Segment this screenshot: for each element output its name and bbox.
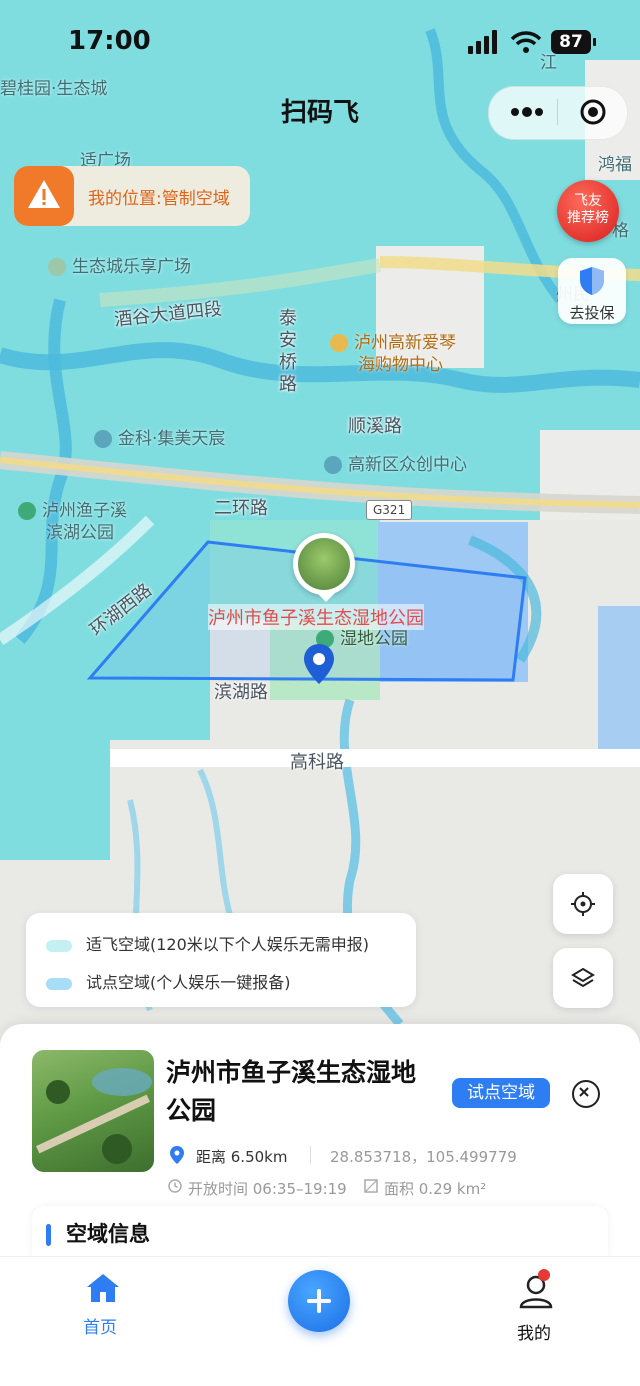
plus-icon bbox=[307, 1289, 331, 1313]
map-poi-shengtai[interactable]: 生态城乐享广场 bbox=[48, 256, 191, 278]
map-poi-zhongchuang[interactable]: 高新区众创中心 bbox=[324, 454, 467, 476]
park-fence-label: 泸州市鱼子溪生态湿地公园 bbox=[208, 604, 424, 630]
map-poi-yuzi[interactable]: 泸州渔子溪 滨湖公园 bbox=[18, 500, 127, 544]
tab-home[interactable]: 首页 bbox=[70, 1269, 136, 1341]
map-label: 鸿福 bbox=[598, 155, 632, 175]
legend-item: 适飞空域(120米以下个人娱乐无需申报) bbox=[46, 931, 369, 955]
road-label: 二环路 bbox=[214, 498, 268, 519]
rank-line1: 飞友 bbox=[574, 193, 602, 209]
road-label: 滨湖路 bbox=[214, 682, 268, 703]
wifi-icon bbox=[510, 31, 542, 53]
miniapp-capsule bbox=[488, 86, 628, 140]
location-pin-icon bbox=[170, 1146, 184, 1164]
map-label: 湿地公园 bbox=[340, 629, 408, 649]
map-label: 滨湖公园 bbox=[46, 523, 114, 543]
cellular-signal-icon bbox=[468, 30, 497, 54]
warning-text: 我的位置:管制空域 bbox=[88, 189, 230, 209]
close-sheet-button[interactable] bbox=[572, 1080, 600, 1108]
poi-icon bbox=[18, 502, 36, 520]
park-photo-marker[interactable] bbox=[293, 533, 355, 595]
area-icon bbox=[364, 1179, 378, 1193]
meta-divider bbox=[310, 1146, 311, 1164]
rank-line2: 推荐榜 bbox=[567, 210, 609, 226]
map-label: 金科·集美天宸 bbox=[118, 429, 226, 449]
map-label: 生态城乐享广场 bbox=[72, 257, 191, 277]
highway-shield: G321 bbox=[366, 500, 413, 520]
road-label: 高科路 bbox=[290, 752, 344, 773]
map-poi-jinke[interactable]: 金科·集美天宸 bbox=[94, 428, 225, 450]
location-warning[interactable]: 我的位置:管制空域 bbox=[14, 166, 250, 226]
legend-swatch bbox=[46, 939, 72, 952]
place-name: 泸州市鱼子溪生态湿地公园 bbox=[166, 1058, 417, 1125]
battery-tip bbox=[593, 38, 596, 46]
poi-icon bbox=[48, 258, 66, 276]
airspace-type-badge: 试点空域 bbox=[452, 1078, 550, 1108]
place-thumbnail[interactable] bbox=[32, 1050, 154, 1172]
map-label: 泸州高新爱琴 bbox=[354, 333, 456, 353]
section-accent-bar bbox=[46, 1224, 51, 1246]
legend-label: 试点空域(个人娱乐一键报备) bbox=[86, 973, 291, 992]
section-title: 空域信息 bbox=[66, 1222, 150, 1246]
tab-mine[interactable]: 我的 bbox=[502, 1269, 572, 1349]
battery-indicator: 87 bbox=[551, 30, 591, 54]
clock-icon bbox=[168, 1179, 182, 1193]
target-circle-icon bbox=[580, 99, 606, 125]
map-label: 江 bbox=[540, 53, 557, 73]
map-poi-aiqin[interactable]: 泸州高新爱琴 海购物中心 bbox=[330, 332, 456, 376]
home-icon bbox=[87, 1274, 119, 1302]
more-menu-button[interactable] bbox=[509, 103, 545, 121]
airspace-legend: 适飞空域(120米以下个人娱乐无需申报) 试点空域(个人娱乐一键报备) bbox=[26, 913, 416, 1007]
crosshair-icon bbox=[571, 892, 595, 916]
distance-text: 距离 6.50km bbox=[196, 1148, 288, 1166]
map-label: 高新区众创中心 bbox=[348, 455, 467, 475]
road-label: 泰安桥路 bbox=[279, 308, 297, 395]
locate-button[interactable] bbox=[553, 874, 613, 934]
map-layers-button[interactable] bbox=[553, 948, 613, 1008]
road-label: 顺溪路 bbox=[348, 416, 402, 437]
map-label: 海购物中心 bbox=[358, 355, 443, 375]
coordinates-text: 28.853718，105.499779 bbox=[330, 1148, 517, 1166]
recommend-ranking-button[interactable]: 飞友 推荐榜 bbox=[557, 180, 619, 242]
area-text: 面积 0.29 km² bbox=[384, 1180, 487, 1198]
legend-item: 试点空域(个人娱乐一键报备) bbox=[46, 969, 291, 993]
close-icon bbox=[579, 1087, 589, 1097]
layers-icon bbox=[571, 967, 595, 988]
legend-swatch bbox=[46, 977, 72, 990]
add-button[interactable] bbox=[288, 1270, 350, 1332]
more-dots-icon bbox=[511, 107, 543, 117]
capsule-divider bbox=[557, 99, 558, 125]
open-time-text: 开放时间 06:35–19:19 bbox=[188, 1180, 347, 1198]
insurance-label: 去投保 bbox=[569, 304, 615, 322]
status-time: 17:00 bbox=[68, 26, 151, 56]
tab-mine-label: 我的 bbox=[517, 1324, 551, 1344]
tab-home-label: 首页 bbox=[83, 1318, 117, 1338]
legend-label: 适飞空域(120米以下个人娱乐无需申报) bbox=[86, 935, 370, 954]
marker-tail bbox=[316, 592, 336, 602]
map-label: 泸州渔子溪 bbox=[42, 501, 127, 521]
poi-icon bbox=[324, 456, 342, 474]
notification-dot bbox=[538, 1269, 550, 1281]
insurance-button[interactable]: 去投保 bbox=[558, 258, 626, 324]
poi-icon bbox=[94, 430, 112, 448]
close-miniapp-button[interactable] bbox=[579, 98, 607, 126]
shield-icon bbox=[580, 267, 604, 295]
poi-icon bbox=[330, 334, 348, 352]
location-pin-icon bbox=[304, 644, 334, 684]
warning-icon bbox=[14, 166, 74, 226]
